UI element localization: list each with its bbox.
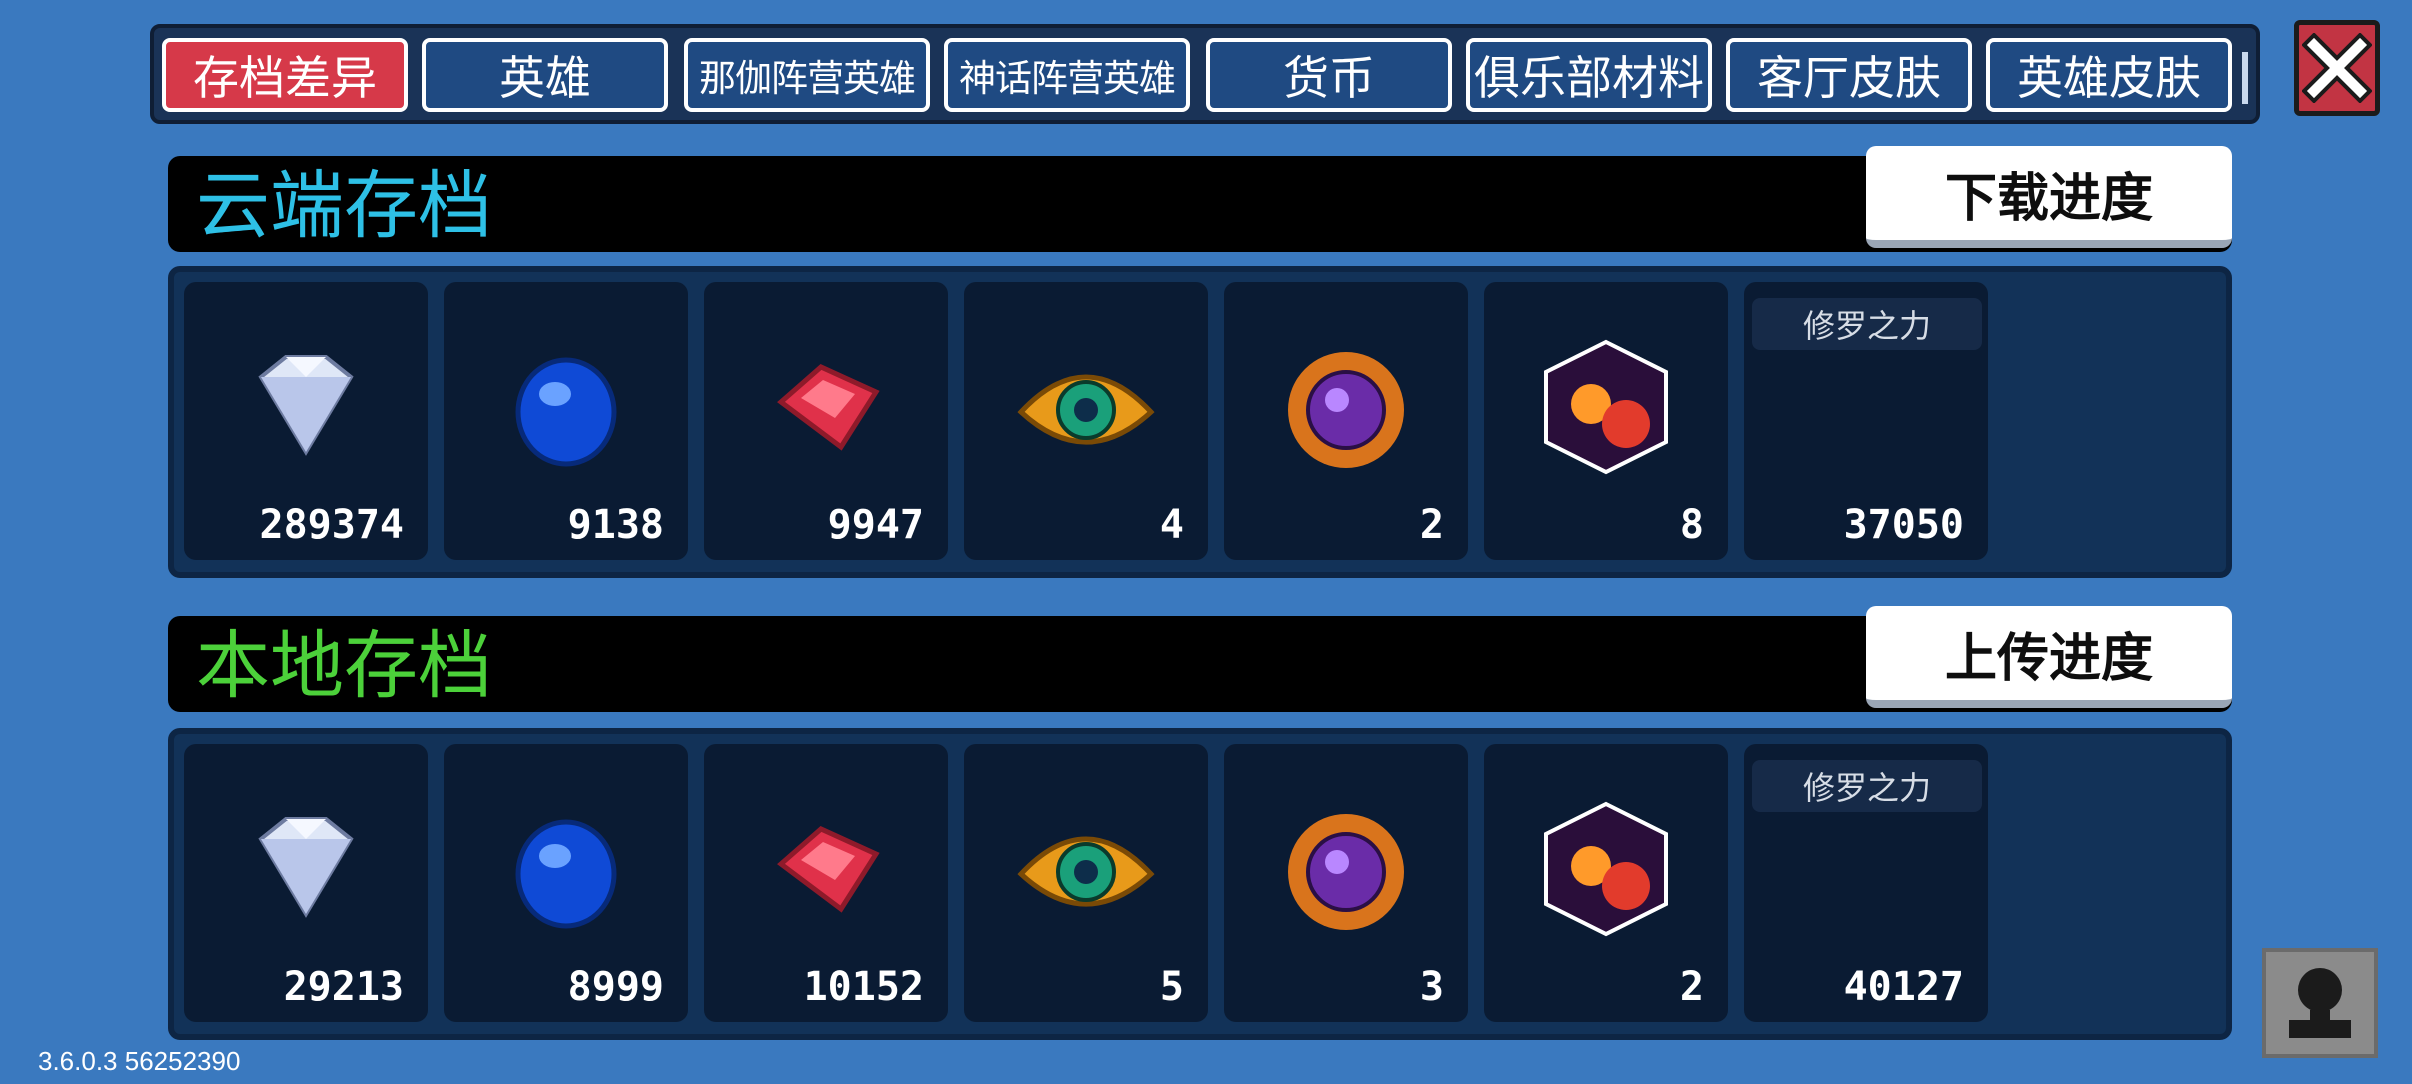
diamond-icon [258,817,354,918]
red-gem-icon [777,826,880,913]
tab-bar: 存档差异 英雄 那伽阵营英雄 神话阵营英雄 货币 俱乐部材料 客厅皮肤 英雄皮肤 [150,24,2260,124]
tab-lobby-skins[interactable]: 客厅皮肤 [1726,38,1972,112]
item-purple-orb: 3 [1224,744,1468,1022]
item-count: 40127 [1843,964,1964,1010]
asura-power-label: 修罗之力 [1752,298,1982,350]
close-button[interactable] [2294,20,2380,116]
tab-heroes[interactable]: 英雄 [422,38,668,112]
item-golden-eye: 4 [964,282,1208,560]
item-asura-power: 修罗之力 40127 [1744,744,1988,1022]
magic-cube-icon [1544,339,1668,475]
item-count: 10152 [803,964,924,1010]
item-count: 8 [1679,502,1704,548]
purple-orb-icon [1288,352,1404,468]
tab-scroll-indicator [2242,52,2248,104]
item-purple-orb: 2 [1224,282,1468,560]
item-count: 289374 [259,502,405,548]
purple-orb-icon [1288,814,1404,930]
local-save-title: 本地存档 [196,623,492,709]
item-red-gem: 9947 [704,282,948,560]
tab-myth-heroes[interactable]: 神话阵营英雄 [944,38,1190,112]
tab-hero-skins[interactable]: 英雄皮肤 [1986,38,2232,112]
local-save-header: 本地存档 上传进度 [168,606,2232,712]
upload-progress-button[interactable]: 上传进度 [1866,606,2232,708]
item-count: 3 [1419,964,1444,1010]
cloud-save-items: 289374 9138 9947 4 2 8 修罗之力 37050 [168,266,2232,578]
item-magic-cube: 8 [1484,282,1728,560]
item-count: 4 [1159,502,1184,548]
tab-currency[interactable]: 货币 [1206,38,1452,112]
item-count: 2 [1419,502,1444,548]
item-diamond: 289374 [184,282,428,560]
diamond-icon [258,355,354,456]
cloud-save-title: 云端存档 [196,163,492,249]
blue-gem-icon [515,357,617,467]
asura-power-label: 修罗之力 [1752,760,1982,812]
local-save-items: 29213 8999 10152 5 3 2 修罗之力 40127 [168,728,2232,1040]
avatar-icon [2289,968,2351,1038]
tab-club-materials[interactable]: 俱乐部材料 [1466,38,1712,112]
tab-naga-heroes[interactable]: 那伽阵营英雄 [684,38,930,112]
item-count: 2 [1679,964,1704,1010]
item-blue-gem: 8999 [444,744,688,1022]
item-count: 8999 [567,964,664,1010]
golden-eye-icon [1017,374,1155,445]
item-count: 5 [1159,964,1184,1010]
item-golden-eye: 5 [964,744,1208,1022]
golden-eye-icon [1017,836,1155,907]
item-count: 37050 [1843,502,1964,548]
item-blue-gem: 9138 [444,282,688,560]
close-icon [2302,33,2372,103]
profile-button[interactable] [2262,948,2378,1058]
item-asura-power: 修罗之力 37050 [1744,282,1988,560]
tab-save-diff[interactable]: 存档差异 [162,38,408,112]
magic-cube-icon [1544,801,1668,937]
item-count: 29213 [283,964,404,1010]
item-count: 9138 [567,502,664,548]
blue-gem-icon [515,819,617,929]
cloud-save-header: 云端存档 下载进度 [168,146,2232,252]
item-diamond: 29213 [184,744,428,1022]
item-magic-cube: 2 [1484,744,1728,1022]
red-gem-icon [777,364,880,451]
version-text: 3.6.0.3 56252390 [38,1046,241,1076]
download-progress-button[interactable]: 下载进度 [1866,146,2232,248]
item-count: 9947 [827,502,924,548]
item-red-gem: 10152 [704,744,948,1022]
